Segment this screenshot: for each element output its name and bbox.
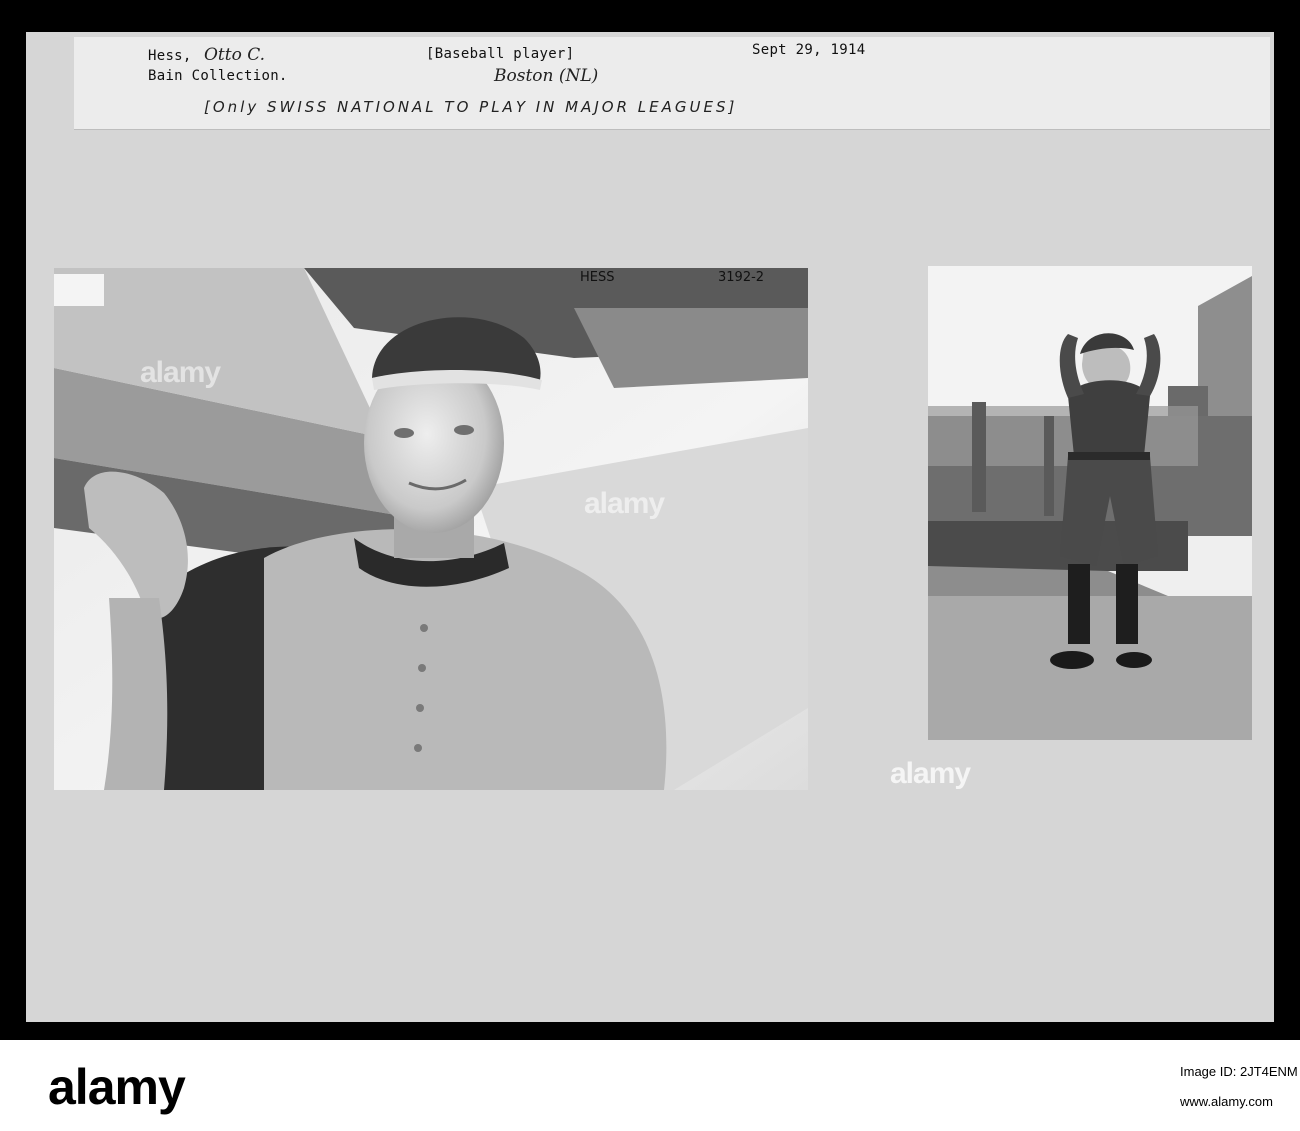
footer-bar <box>0 1040 1300 1131</box>
footer-url: www.alamy.com <box>1180 1094 1273 1109</box>
label-subject: [Baseball player] <box>426 46 575 62</box>
label-name-typed: Hess, <box>148 48 192 64</box>
watermark: alamy <box>584 487 665 520</box>
portrait-photo-image <box>54 268 808 790</box>
watermark: alamy <box>890 757 971 790</box>
label-team: Boston (NL) <box>494 66 599 86</box>
label-note: [Only SWISS NATIONAL TO PLAY IN MAJOR LE… <box>204 98 738 116</box>
watermark: alamy <box>140 356 221 389</box>
label-date: Sept 29, 1914 <box>752 42 866 58</box>
full-body-photo-image <box>928 266 1252 740</box>
footer-image-id: Image ID: 2JT4ENM <box>1180 1064 1298 1079</box>
portrait-photo: HESS 3192-2 <box>54 268 808 790</box>
photo-name-tag: HESS <box>580 270 615 285</box>
label-name-handwritten: Otto C. <box>204 45 266 65</box>
full-body-photo <box>928 266 1252 740</box>
photo-negative-number: 3192-2 <box>718 270 765 285</box>
label-collection: Bain Collection. <box>148 68 288 84</box>
footer-logo: alamy <box>48 1059 186 1115</box>
